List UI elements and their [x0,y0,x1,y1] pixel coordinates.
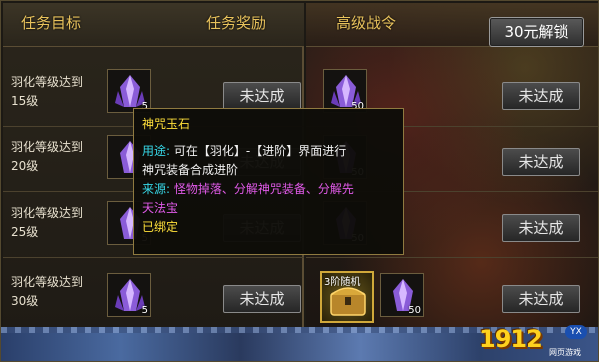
task-description: 羽化等级达到 20级 [11,138,103,176]
tooltip-source-label: 来源: [142,182,171,196]
row-divider [3,257,304,258]
not-achieved-button[interactable]: 未达成 [223,82,301,110]
row-divider [306,257,598,258]
not-achieved-button[interactable]: 未达成 [502,214,580,242]
task-line-1: 羽化等级达到 [11,206,84,220]
task-description: 羽化等级达到 25级 [11,204,103,242]
tooltip-usage: 用途: 可在【羽化】-【进阶】界面进行 [142,142,395,161]
task-description: 羽化等级达到 15级 [11,73,103,111]
unlock-30-yuan-button[interactable]: 30元解锁 [489,17,584,47]
task-line-1: 羽化等级达到 [11,140,84,154]
task-line-2: 20级 [11,159,39,173]
not-achieved-button[interactable]: 未达成 [502,285,580,313]
header-task-reward: 任务奖励 [206,14,267,32]
advanced-reward-item-slot[interactable]: 50 [380,273,424,317]
reward-item-slot[interactable]: 5 [107,273,151,317]
item-count: 5 [141,305,148,316]
task-line-1: 羽化等级达到 [11,75,84,89]
task-line-1: 羽化等级达到 [11,275,84,289]
tooltip-title: 神咒玉石 [142,117,191,131]
reward-item-slot[interactable]: 5 [107,69,151,113]
tooltip-source-text: 怪物掉落、分解神咒装备、分解先 [173,182,354,196]
random-chest-slot[interactable]: 3阶随机 [320,271,374,323]
site-logo: 1912 YX 网页游戏 [479,323,597,361]
battle-pass-window: 任务目标 任务奖励 高级战令 30元解锁 羽化等级达到 15级 5 未达成 50… [0,0,599,362]
task-line-2: 15级 [11,94,39,108]
not-achieved-button[interactable]: 未达成 [223,285,301,313]
item-count: 50 [408,305,421,316]
tooltip-usage-text: 可在【羽化】-【进阶】界面进行 [173,144,347,158]
tooltip-bound-status: 已绑定 [142,220,179,234]
task-description: 羽化等级达到 30级 [11,273,103,311]
header-task-goal: 任务目标 [21,14,82,32]
chest-label: 3阶随机 [324,277,361,288]
header-advanced-battle-order: 高级战令 [336,14,397,32]
logo-badge: YX [565,325,587,339]
tooltip-usage-text-2: 神咒装备合成进阶 [142,163,239,177]
task-line-2: 30级 [11,294,39,308]
tooltip-usage-label: 用途: [142,144,171,158]
advanced-reward-item-slot[interactable]: 50 [323,69,367,113]
task-line-2: 25级 [11,225,39,239]
tooltip-source: 来源: 怪物掉落、分解神咒装备、分解先 [142,180,395,199]
logo-number: 1912 [479,325,543,353]
item-tooltip: 神咒玉石 用途: 可在【羽化】-【进阶】界面进行 神咒装备合成进阶 来源: 怪物… [133,108,404,255]
tooltip-source-text-2: 天法宝 [142,201,179,215]
logo-subtitle: 网页游戏 [549,348,581,357]
not-achieved-button[interactable]: 未达成 [502,148,580,176]
not-achieved-button[interactable]: 未达成 [502,82,580,110]
